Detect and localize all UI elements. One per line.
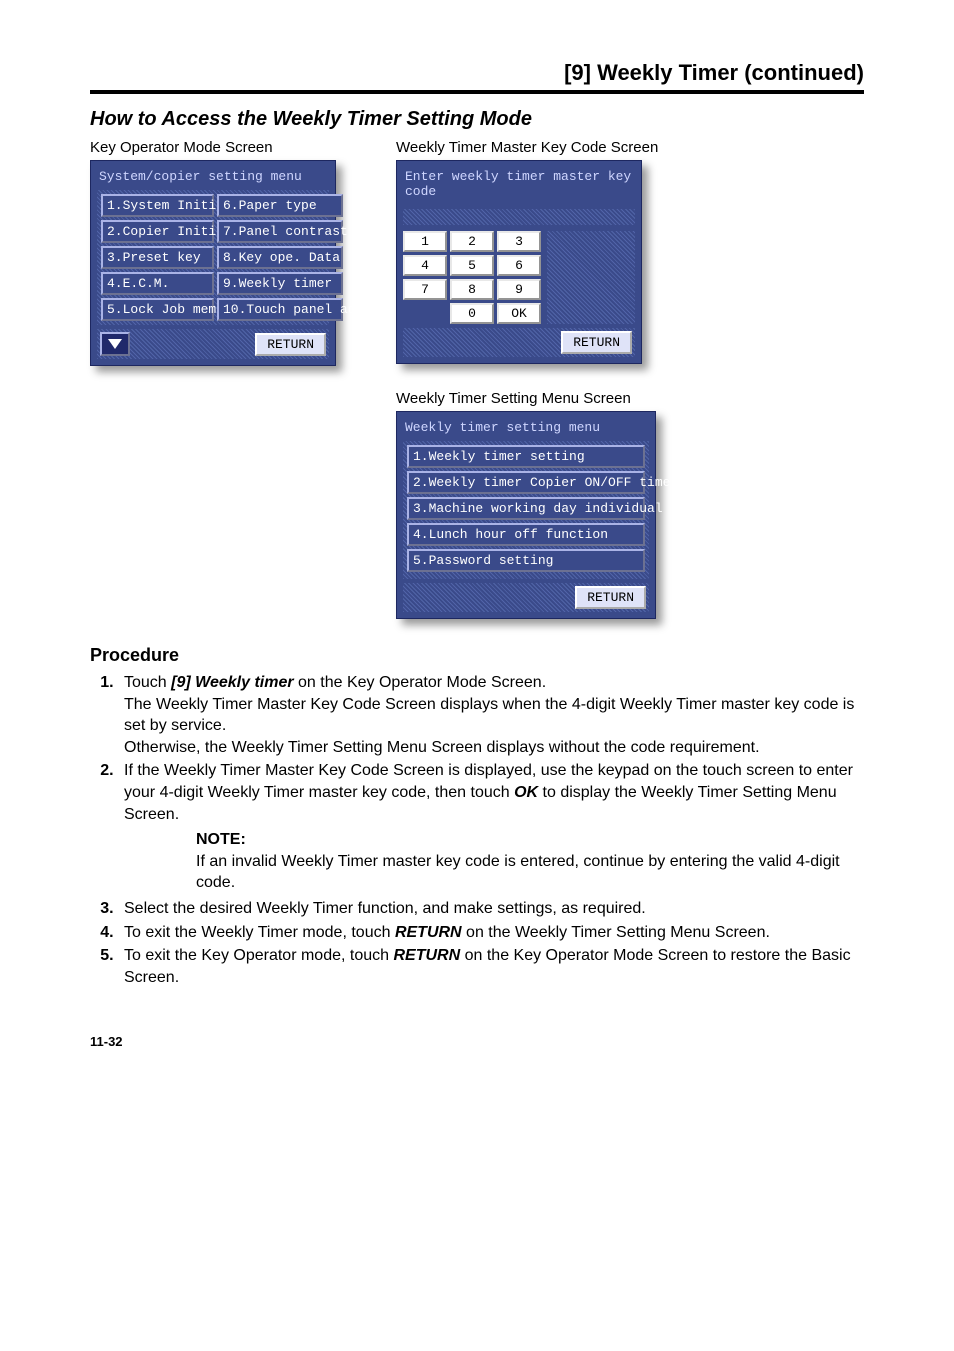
keypad-8[interactable]: 8 — [450, 279, 494, 300]
note-heading: NOTE: — [196, 829, 864, 851]
menu-item-weekly-timer[interactable]: 9.Weekly timer — [217, 272, 343, 295]
keypad-9[interactable]: 9 — [497, 279, 541, 300]
menu-item-paper-type[interactable]: 6.Paper type — [217, 194, 343, 217]
step1-text-c: on the Key Operator Mode Screen. — [294, 674, 547, 691]
keycode-entry-field — [403, 209, 635, 225]
key-operator-console-title: System/copier setting menu — [97, 167, 329, 190]
step5-emph: RETURN — [393, 947, 460, 964]
setting-menu-screen-block: Weekly Timer Setting Menu Screen Weekly … — [396, 390, 658, 619]
setting-item-lunch-hour-off[interactable]: 4.Lunch hour off function — [407, 523, 645, 546]
setting-item-password-setting[interactable]: 5.Password setting — [407, 549, 645, 572]
setting-item-working-day-set[interactable]: 3.Machine working day individual set — [407, 497, 645, 520]
menu-item-key-ope-data[interactable]: 8.Key ope. Data — [217, 246, 343, 269]
menu-item-lock-job-memory[interactable]: 5.Lock Job memory — [101, 298, 214, 321]
step1-text-a: Touch — [124, 674, 171, 691]
keypad-ok[interactable]: OK — [497, 303, 541, 324]
keypad-6[interactable]: 6 — [497, 255, 541, 276]
step1-emph: [9] Weekly timer — [171, 674, 293, 691]
procedure-step-5: To exit the Key Operator mode, touch RET… — [118, 945, 864, 988]
note-body: If an invalid Weekly Timer master key co… — [196, 851, 864, 894]
setting-item-weekly-timer-setting[interactable]: 1.Weekly timer setting — [407, 445, 645, 468]
section-title: How to Access the Weekly Timer Setting M… — [90, 108, 864, 131]
keypad-2[interactable]: 2 — [450, 231, 494, 252]
page-number: 11-32 — [90, 1034, 864, 1049]
setting-menu-console-title: Weekly timer setting menu — [403, 418, 649, 441]
menu-item-system-initial[interactable]: 1.System Initial — [101, 194, 214, 217]
procedure-step-1: Touch [9] Weekly timer on the Key Operat… — [118, 672, 864, 758]
keypad-5[interactable]: 5 — [450, 255, 494, 276]
return-button[interactable]: RETURN — [255, 333, 326, 356]
menu-item-panel-contrast[interactable]: 7.Panel contrast — [217, 220, 343, 243]
step1-text-e: Otherwise, the Weekly Timer Setting Menu… — [124, 739, 760, 756]
menu-item-copier-initial[interactable]: 2.Copier Initial — [101, 220, 214, 243]
key-operator-screen-label: Key Operator Mode Screen — [90, 139, 336, 156]
page-down-icon[interactable] — [100, 332, 130, 356]
step1-text-d: The Weekly Timer Master Key Code Screen … — [124, 696, 854, 735]
menu-item-touch-panel-adj[interactable]: 10.Touch panel adj — [217, 298, 343, 321]
step3-text: Select the desired Weekly Timer function… — [124, 900, 646, 917]
procedure-list: Touch [9] Weekly timer on the Key Operat… — [90, 672, 864, 988]
procedure-step-4: To exit the Weekly Timer mode, touch RET… — [118, 922, 864, 944]
keypad-1[interactable]: 1 — [403, 231, 447, 252]
setting-menu-console: Weekly timer setting menu 1.Weekly timer… — [396, 411, 656, 619]
return-button[interactable]: RETURN — [575, 586, 646, 609]
keycode-console-title: Enter weekly timer master key code — [403, 167, 635, 205]
setting-item-on-off-time-set[interactable]: 2.Weekly timer Copier ON/OFF time set — [407, 471, 645, 494]
step5-text-a: To exit the Key Operator mode, touch — [124, 947, 393, 964]
procedure-step-2: If the Weekly Timer Master Key Code Scre… — [118, 760, 864, 894]
keypad-0[interactable]: 0 — [450, 303, 494, 324]
step4-text-a: To exit the Weekly Timer mode, touch — [124, 924, 395, 941]
return-button[interactable]: RETURN — [561, 331, 632, 354]
keycode-screen-block: Weekly Timer Master Key Code Screen Ente… — [396, 139, 658, 364]
step4-text-c: on the Weekly Timer Setting Menu Screen. — [462, 924, 770, 941]
header-rule — [90, 90, 864, 94]
keypad-7[interactable]: 7 — [403, 279, 447, 300]
menu-item-preset-key[interactable]: 3.Preset key — [101, 246, 214, 269]
keypad-3[interactable]: 3 — [497, 231, 541, 252]
setting-menu-screen-label: Weekly Timer Setting Menu Screen — [396, 390, 658, 407]
procedure-step-3: Select the desired Weekly Timer function… — [118, 898, 864, 920]
page-header-title: [9] Weekly Timer (continued) — [90, 60, 864, 86]
keycode-screen-label: Weekly Timer Master Key Code Screen — [396, 139, 658, 156]
keycode-console: Enter weekly timer master key code 1 2 3… — [396, 160, 642, 364]
menu-item-ecm[interactable]: 4.E.C.M. — [101, 272, 214, 295]
keycode-side-panel — [547, 231, 635, 324]
procedure-heading: Procedure — [90, 645, 864, 666]
key-operator-console: System/copier setting menu 1.System Init… — [90, 160, 336, 366]
step2-emph: OK — [514, 784, 538, 801]
step4-emph: RETURN — [395, 924, 462, 941]
key-operator-screen-block: Key Operator Mode Screen System/copier s… — [90, 139, 336, 619]
keypad-4[interactable]: 4 — [403, 255, 447, 276]
